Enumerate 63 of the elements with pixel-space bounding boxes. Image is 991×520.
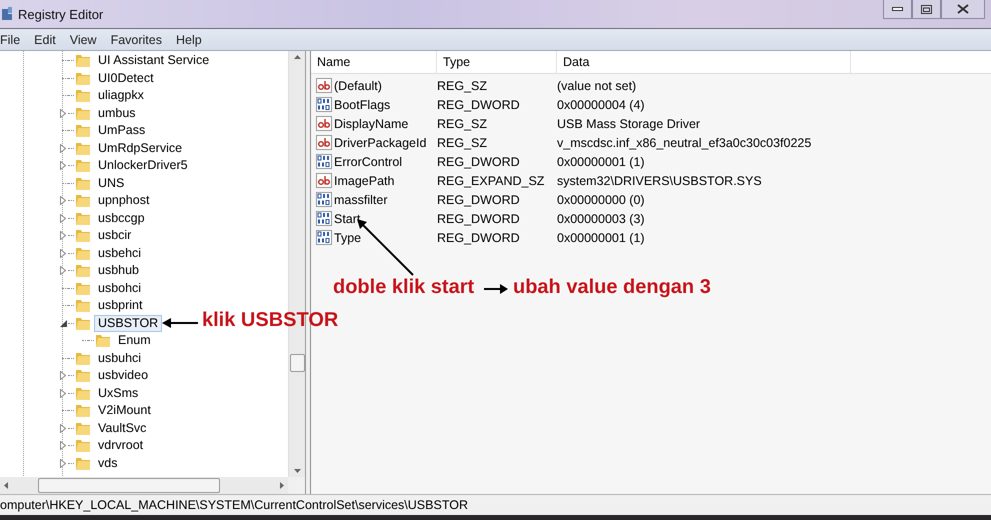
tree-item[interactable]: uliagpkx [94, 87, 148, 104]
tree-item[interactable]: usbehci [94, 244, 146, 262]
value-data: 0x00000001 (1) [557, 230, 645, 244]
value-name[interactable]: DisplayName [334, 116, 408, 130]
value-type: REG_SZ [437, 136, 488, 150]
tree-item[interactable]: vdrvroot [94, 437, 148, 454]
menu-item[interactable]: File [0, 32, 28, 46]
value-type: REG_DWORD [437, 154, 521, 168]
value-type: REG_EXPAND_SZ [437, 174, 546, 188]
tree-item[interactable]: vds [94, 454, 122, 472]
value-name[interactable]: massfilter [334, 192, 388, 206]
value-data: USB Mass Storage Driver [557, 116, 700, 130]
tree-item[interactable]: usbhub [94, 262, 144, 280]
tree-item[interactable]: UNS [94, 174, 128, 192]
value-name[interactable]: ImagePath [334, 174, 394, 188]
tree-item[interactable]: usbohci [94, 280, 146, 297]
value-data: (value not set) [557, 78, 636, 92]
value-name[interactable]: Type [334, 230, 362, 244]
value-type: REG_SZ [437, 116, 488, 130]
value-name[interactable]: ErrorControl [334, 154, 402, 168]
value-type: REG_DWORD [437, 212, 521, 226]
menu-item[interactable]: Edit [27, 32, 63, 46]
value-data: 0x00000003 (3) [557, 212, 645, 226]
column-header[interactable]: Name [311, 51, 437, 73]
tree-item[interactable]: UmRdpService [94, 140, 186, 157]
value-type: REG_DWORD [437, 98, 521, 112]
tree-item[interactable]: UI Assistant Service [94, 52, 214, 70]
column-header[interactable]: Type [437, 51, 557, 73]
value-data: v_mscdsc.inf_x86_neutral_ef3a0c30c03f0225 [557, 136, 812, 150]
window-title: Registry Editor [18, 6, 104, 22]
tree-item[interactable]: upnphost [94, 192, 154, 210]
value-name[interactable]: (Default) [334, 78, 382, 92]
value-type: REG_DWORD [437, 192, 521, 206]
tree-item[interactable]: VaultSvc [94, 420, 150, 437]
tree-item[interactable]: umbus [94, 104, 140, 122]
value-data: system32\DRIVERS\USBSTOR.SYS [557, 174, 762, 188]
menu-item[interactable]: Favorites [104, 32, 169, 46]
tree-item[interactable]: usbprint [94, 297, 146, 314]
value-name[interactable]: DriverPackageId [334, 136, 426, 150]
column-header[interactable]: Data [557, 51, 851, 73]
tree-item[interactable]: V2iMount [94, 402, 155, 420]
annotation-text: doble klik start [333, 276, 474, 299]
status-bar: omputer\HKEY_LOCAL_MACHINE\SYSTEM\CurrentControlSet\services\USBSTOR [0, 494, 991, 520]
annotation-text: ubah value dengan 3 [513, 276, 711, 299]
value-data: 0x00000001 (1) [557, 154, 645, 168]
value-data: 0x00000000 (0) [557, 192, 645, 206]
menu-item[interactable]: Help [168, 32, 209, 46]
tree-item[interactable]: USBSTOR [94, 314, 162, 332]
tree-item[interactable]: usbvideo [94, 367, 152, 384]
tree-item[interactable]: usbcir [94, 227, 136, 244]
value-type: REG_DWORD [437, 230, 521, 244]
menu-item[interactable]: View [62, 32, 104, 46]
value-type: REG_SZ [437, 78, 488, 92]
tree-item[interactable]: Enum [114, 332, 155, 350]
tree-item[interactable]: UmPass [94, 122, 150, 140]
tree-item[interactable]: UnlockerDriver5 [94, 157, 192, 174]
tree-item[interactable]: usbccgp [94, 210, 149, 227]
value-name[interactable]: BootFlags [334, 98, 390, 112]
tree-item[interactable]: UI0Detect [94, 70, 158, 87]
tree-item[interactable]: usbuhci [94, 350, 146, 367]
tree-item[interactable]: UxSms [94, 384, 142, 402]
annotation-text: klik USBSTOR [202, 309, 338, 332]
value-data: 0x00000004 (4) [557, 98, 645, 112]
